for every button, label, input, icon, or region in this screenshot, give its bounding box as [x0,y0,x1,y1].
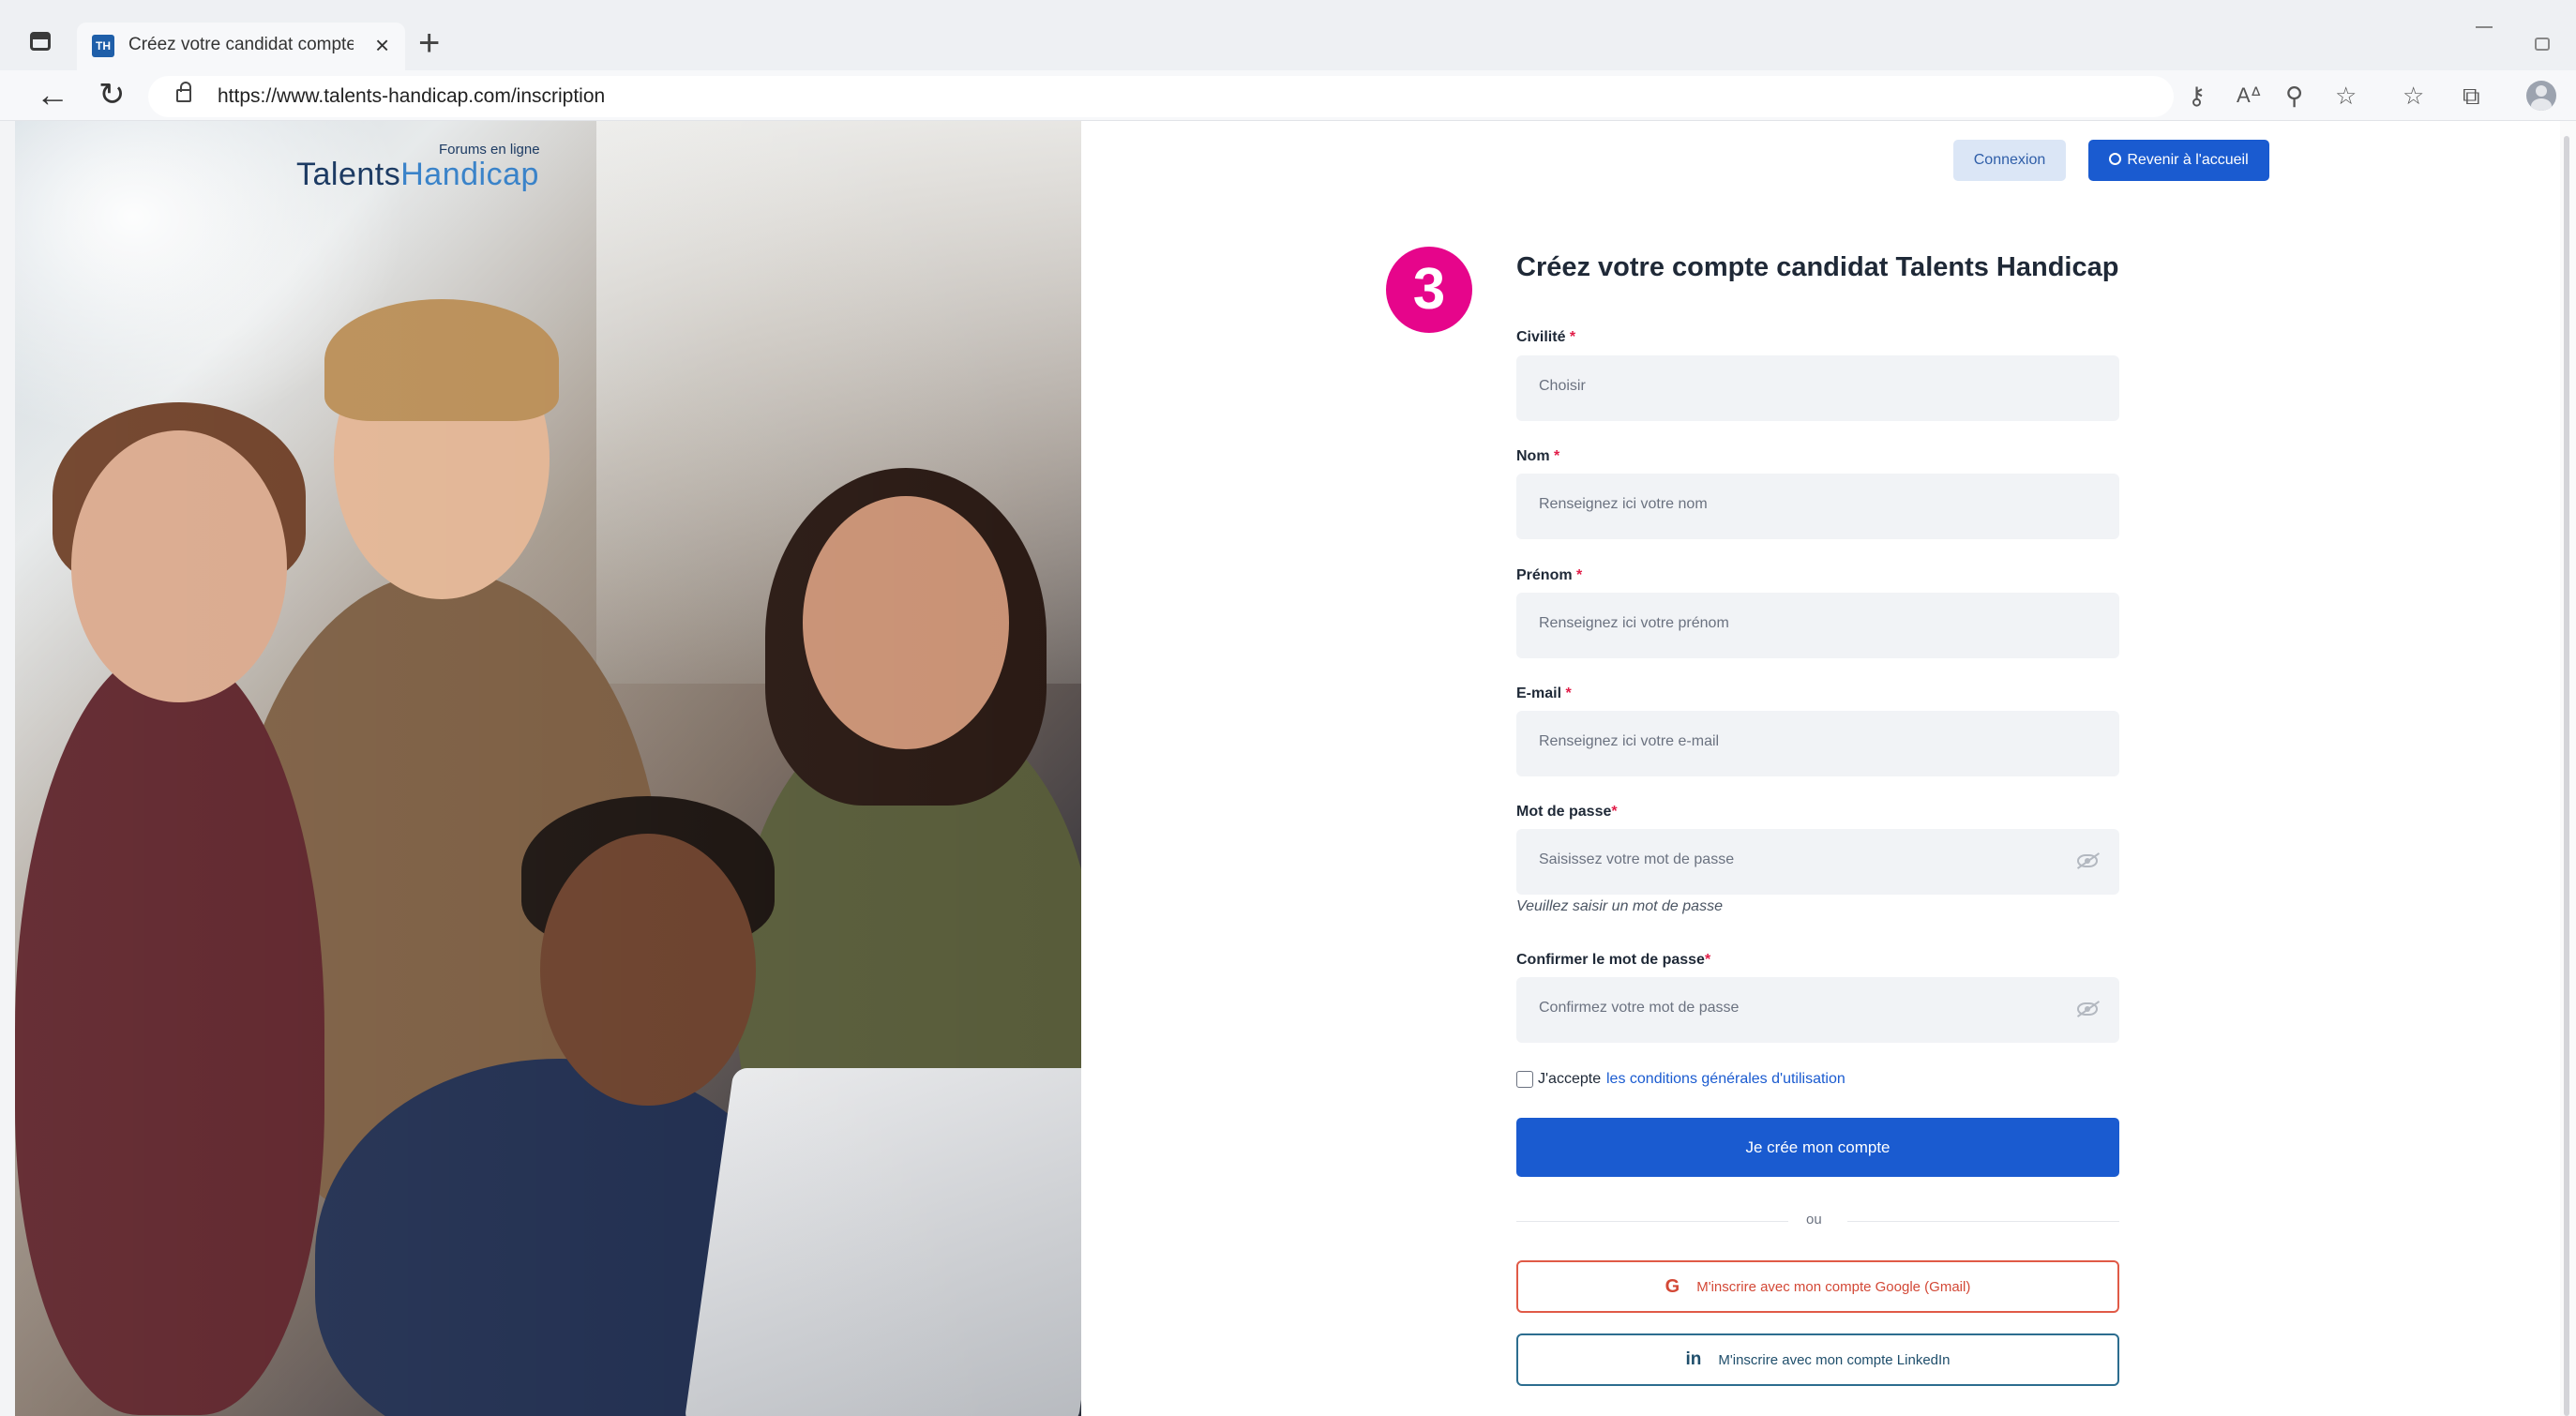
window-restore-icon[interactable] [2535,38,2550,51]
favicon-icon: TH [92,35,114,57]
zoom-icon[interactable]: ⚲ [2285,79,2303,113]
create-account-button[interactable]: Je crée mon compte [1516,1118,2119,1177]
first-name-label-text: Prénom [1516,567,1573,583]
home-button-label: Revenir à l'accueil [2127,152,2249,168]
email-placeholder: Renseignez ici votre e-mail [1539,733,1720,749]
browser-tab-bar: TH Créez votre candidat compte Tal × + [0,0,2576,70]
required-mark: * [1554,448,1560,464]
email-label-text: E-mail [1516,685,1562,701]
last-name-placeholder: Renseignez ici votre nom [1539,496,1708,512]
form-title: Créez votre compte candidat Talents Hand… [1516,252,2119,282]
civility-label: Civilité * [1516,329,1575,346]
eye-slash-icon[interactable] [2077,1002,2098,1016]
terms-text: J'accepte [1538,1071,1602,1087]
eye-slash-icon[interactable] [2077,854,2098,867]
required-mark: * [1611,804,1618,820]
password-hint: Veuillez saisir un mot de passe [1516,898,1723,914]
browser-tab[interactable]: TH Créez votre candidat compte Tal × [77,23,405,70]
password-label: Mot de passe* [1516,804,1618,821]
last-name-label-text: Nom [1516,448,1550,464]
page-scrollbar[interactable] [2560,121,2576,1416]
civility-label-text: Civilité [1516,329,1566,345]
home-icon [2109,153,2122,165]
logo-wordmark: TalentsHandicap [296,157,539,193]
url-text: https://www.talents-handicap.com/inscrip… [218,85,606,107]
collections-icon[interactable]: ⧉ [2463,79,2480,113]
new-tab-icon[interactable]: + [418,24,440,62]
terms-link[interactable]: les conditions générales d'utilisation [1606,1071,1845,1088]
tab-title: Créez votre candidat compte Tal [128,35,354,54]
first-name-label: Prénom * [1516,567,1582,584]
separator-text: ou [1806,1212,1822,1228]
tab-close-icon[interactable]: × [375,32,389,58]
profile-icon[interactable] [2526,81,2556,111]
reload-icon[interactable]: ↻ [98,74,126,115]
required-mark: * [1576,567,1583,583]
linkedin-signup-label: M'inscrire avec mon compte LinkedIn [1718,1352,1951,1368]
login-button[interactable]: Connexion [1953,140,2066,181]
password-confirm-label-text: Confirmer le mot de passe [1516,952,1705,968]
separator-line [1847,1221,2119,1222]
password-label-text: Mot de passe [1516,804,1612,820]
last-name-input[interactable]: Renseignez ici votre nom [1516,474,2119,539]
required-mark: * [1704,952,1711,968]
lock-icon[interactable] [176,82,191,102]
google-icon: G [1665,1276,1680,1297]
linkedin-signup-button[interactable]: in M'inscrire avec mon compte LinkedIn [1516,1333,2119,1386]
google-signup-button[interactable]: G M'inscrire avec mon compte Google (Gmai… [1516,1260,2119,1313]
civility-select[interactable]: Choisir [1516,355,2119,421]
step-badge: 3 [1386,247,1472,333]
email-input[interactable]: Renseignez ici votre e-mail [1516,711,2119,776]
required-mark: * [1569,329,1576,345]
separator-line [1516,1221,1788,1222]
favorite-add-icon[interactable]: ☆ [2335,79,2357,113]
window-minimize-icon[interactable] [2476,26,2493,28]
page: Forums en ligne TalentsHandicap Connexio… [0,121,2576,1416]
email-label: E-mail * [1516,685,1572,702]
back-icon[interactable]: ← [36,74,69,115]
first-name-placeholder: Renseignez ici votre prénom [1539,615,1729,631]
civility-placeholder: Choisir [1539,378,1586,394]
key-icon[interactable]: ⚷ [2188,79,2206,113]
linkedin-icon: in [1685,1349,1702,1369]
read-aloud-icon[interactable]: Aᐞ [2237,79,2262,113]
logo-tagline: Forums en ligne [439,142,540,158]
password-confirm-input[interactable]: Confirmez votre mot de passe [1516,977,2119,1043]
last-name-label: Nom * [1516,448,1559,465]
logo-part1: Talents [296,157,401,192]
password-placeholder: Saisissez votre mot de passe [1539,851,1735,867]
site-logo[interactable]: Forums en ligne TalentsHandicap [296,138,568,194]
password-confirm-placeholder: Confirmez votre mot de passe [1539,1000,1740,1016]
home-button[interactable]: Revenir à l'accueil [2088,140,2269,181]
scrollbar-thumb[interactable] [2564,136,2569,1416]
logo-part2: Handicap [400,157,539,192]
password-input[interactable]: Saisissez votre mot de passe [1516,829,2119,895]
required-mark: * [1565,685,1572,701]
password-confirm-label: Confirmer le mot de passe* [1516,952,1710,969]
page-margin [0,121,15,1416]
google-signup-label: M'inscrire avec mon compte Google (Gmail… [1696,1279,1971,1295]
favorites-icon[interactable]: ☆ [2403,79,2424,113]
terms-checkbox[interactable] [1516,1071,1533,1088]
url-field[interactable]: https://www.talents-handicap.com/inscrip… [148,76,2174,117]
photo-overlay [15,121,1081,1416]
tab-actions-icon[interactable] [30,32,51,51]
hero-photo: Forums en ligne TalentsHandicap [15,121,1081,1416]
first-name-input[interactable]: Renseignez ici votre prénom [1516,593,2119,658]
